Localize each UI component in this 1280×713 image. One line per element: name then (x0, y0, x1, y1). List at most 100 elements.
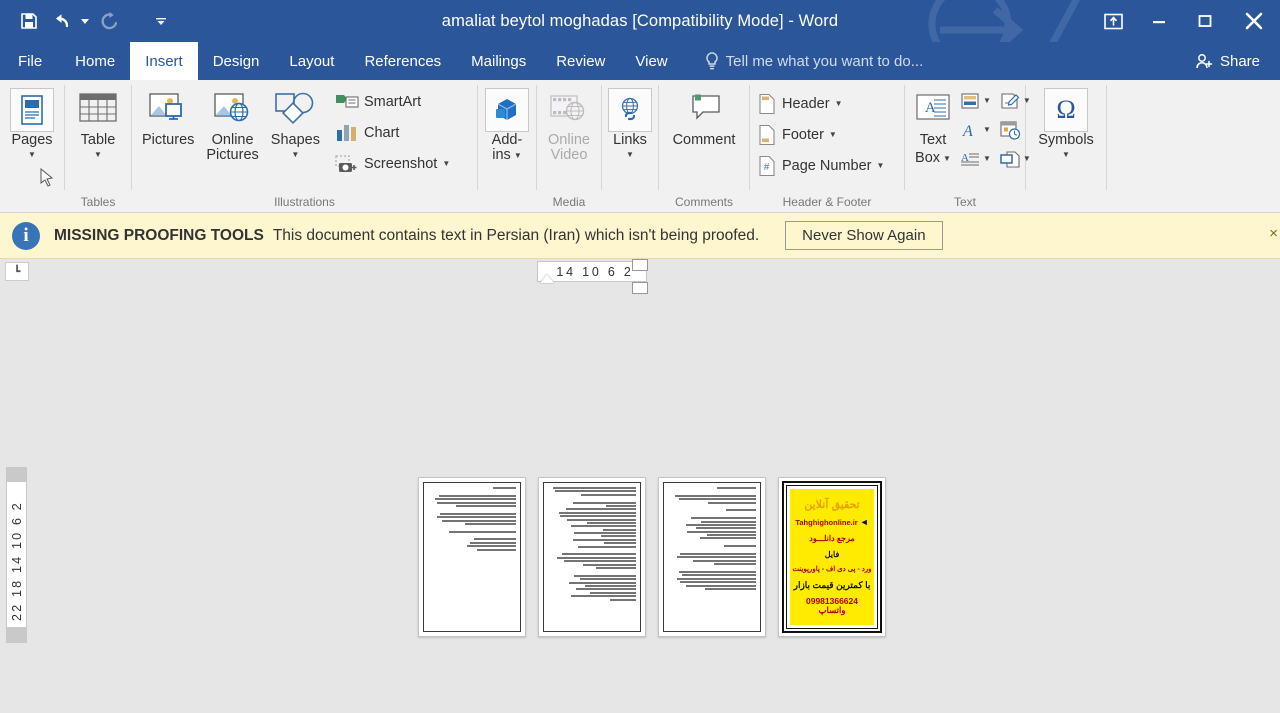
drop-cap-button[interactable]: A (957, 146, 983, 172)
object-button[interactable] (997, 146, 1023, 172)
chevron-down-icon[interactable]: ▼ (442, 159, 450, 168)
chevron-down-icon[interactable]: ▼ (94, 149, 102, 160)
symbols-label: Symbols (1038, 132, 1094, 148)
links-button[interactable]: Links ▼ (603, 84, 657, 160)
ribbon-group-links: Links ▼ (602, 80, 658, 212)
online-video-icon (550, 95, 585, 121)
tab-view[interactable]: View (620, 42, 682, 80)
tab-insert[interactable]: Insert (130, 42, 198, 80)
chevron-down-icon[interactable]: ▼ (829, 130, 837, 139)
share-button[interactable]: Share (1184, 46, 1272, 77)
text-box-button[interactable]: A Text Box ▼ (909, 84, 957, 166)
tab-mailings[interactable]: Mailings (456, 42, 541, 80)
smartart-button[interactable]: SmartArt (332, 86, 453, 117)
chevron-down-icon[interactable]: ▼ (983, 154, 991, 163)
shapes-label: Shapes (270, 132, 320, 148)
left-indent-marker[interactable] (540, 274, 554, 283)
close-button[interactable] (1228, 0, 1280, 42)
shapes-icon (275, 92, 314, 125)
table-button[interactable]: Table ▼ (70, 84, 126, 160)
ribbon-display-options-button[interactable] (1090, 0, 1136, 42)
page-thumbnail-4[interactable]: تحقیق آنلاین Tahghighonline.ir ◄ مرجع دا… (778, 477, 886, 637)
chevron-down-icon (156, 17, 166, 25)
tab-file[interactable]: File (0, 42, 60, 80)
quick-parts-icon (961, 92, 979, 109)
hanging-indent-marker-top[interactable] (632, 259, 648, 271)
header-button[interactable]: Header ▼ (754, 88, 887, 119)
pictures-button[interactable]: Pictures (136, 84, 200, 148)
chevron-down-icon[interactable]: ▼ (1062, 149, 1070, 160)
footer-button[interactable]: Footer ▼ (754, 119, 887, 150)
ribbon-group-header-footer: Header ▼ Footer ▼ # Page Number ▼ Header… (750, 80, 904, 212)
chart-button[interactable]: Chart (332, 117, 453, 148)
page-thumbnail-1[interactable] (418, 477, 526, 637)
chevron-down-icon[interactable]: ▼ (28, 149, 36, 160)
ribbon-group-illustrations: Pictures Online Pictures Shapes ▼ SmartA… (132, 80, 477, 212)
pages-button[interactable]: Pages ▼ (4, 84, 60, 160)
page-4-content: تحقیق آنلاین Tahghighonline.ir ◄ مرجع دا… (782, 481, 882, 633)
online-pictures-icon (213, 93, 248, 122)
tab-layout[interactable]: Layout (274, 42, 349, 80)
maximize-button[interactable] (1182, 0, 1228, 42)
online-pictures-button[interactable]: Online Pictures (200, 84, 264, 163)
tell-me-placeholder: Tell me what you want to do... (725, 52, 924, 70)
omega-icon: Ω (1056, 95, 1076, 124)
screenshot-button[interactable]: Screenshot ▼ (332, 148, 453, 179)
chevron-down-icon[interactable]: ▼ (514, 151, 522, 160)
signature-line-button[interactable] (997, 88, 1023, 114)
shapes-button[interactable]: Shapes ▼ (265, 84, 326, 160)
quick-parts-button[interactable] (957, 88, 983, 114)
redo-button[interactable] (94, 6, 124, 36)
page-thumbnail-3[interactable] (658, 477, 766, 637)
tab-home[interactable]: Home (60, 42, 130, 80)
tell-me-search[interactable]: Tell me what you want to do... (683, 42, 924, 80)
new-comment-button[interactable]: Comment (667, 84, 742, 148)
group-label-media: Media (552, 195, 586, 209)
never-show-again-button[interactable]: Never Show Again (785, 221, 943, 250)
chevron-down-icon (81, 18, 89, 24)
undo-dropdown[interactable] (78, 6, 92, 36)
online-video-button[interactable]: Online Video (542, 84, 596, 163)
chevron-down-icon[interactable]: ▼ (876, 161, 884, 170)
undo-button[interactable] (46, 6, 76, 36)
customize-qat-button[interactable] (154, 6, 168, 36)
ribbon-group-symbols: Ω Symbols ▼ (1026, 80, 1106, 212)
smartart-label: SmartArt (363, 93, 422, 110)
date-time-button[interactable] (997, 117, 1023, 143)
minimize-button[interactable] (1136, 0, 1182, 42)
hanging-indent-marker-bottom[interactable] (632, 282, 648, 294)
save-button[interactable] (14, 6, 44, 36)
group-label-text: Text (953, 195, 976, 209)
vertical-ruler[interactable]: 22 18 14 10 6 2 (6, 481, 27, 641)
page-number-button[interactable]: # Page Number ▼ (754, 150, 887, 181)
tab-references[interactable]: References (349, 42, 456, 80)
window-title: amaliat beytol moghadas [Compatibility M… (441, 11, 839, 30)
tab-review[interactable]: Review (541, 42, 620, 80)
infobar-close-button[interactable]: × (1269, 225, 1278, 242)
document-pages: تحقیق آنلاین Tahghighonline.ir ◄ مرجع دا… (418, 477, 886, 637)
chart-label: Chart (363, 124, 400, 141)
page-number-icon: # (759, 155, 775, 176)
ad-line-2: Tahghighonline.ir ◄ (795, 518, 868, 527)
addins-button[interactable]: Add- ins ▼ (480, 84, 534, 163)
ribbon-tabs: File Home Insert Design Layout Reference… (0, 42, 1280, 80)
ribbon-group-comments: Comment Comments (659, 80, 749, 212)
new-comment-label: Comment (672, 132, 736, 148)
ribbon-group-pages: Pages ▼ (0, 80, 64, 212)
chevron-down-icon[interactable]: ▼ (943, 154, 951, 163)
tab-design[interactable]: Design (198, 42, 275, 80)
chevron-down-icon[interactable]: ▼ (983, 125, 991, 134)
symbols-button[interactable]: Ω Symbols ▼ (1032, 84, 1100, 160)
infobar-title: MISSING PROOFING TOOLS (54, 226, 264, 244)
wordart-button[interactable]: A (957, 117, 983, 143)
chevron-down-icon[interactable]: ▼ (291, 149, 299, 160)
tab-stop-left-icon: ┗ (13, 266, 21, 278)
chevron-down-icon[interactable]: ▼ (626, 149, 634, 160)
tab-stop-selector[interactable]: ┗ (5, 262, 29, 281)
vertical-ruler-margin-bottom (6, 627, 27, 643)
page-thumbnail-2[interactable] (538, 477, 646, 637)
group-label-symbols (1030, 194, 1102, 212)
pictures-icon (149, 93, 183, 120)
chevron-down-icon[interactable]: ▼ (983, 96, 991, 105)
chevron-down-icon[interactable]: ▼ (835, 99, 843, 108)
